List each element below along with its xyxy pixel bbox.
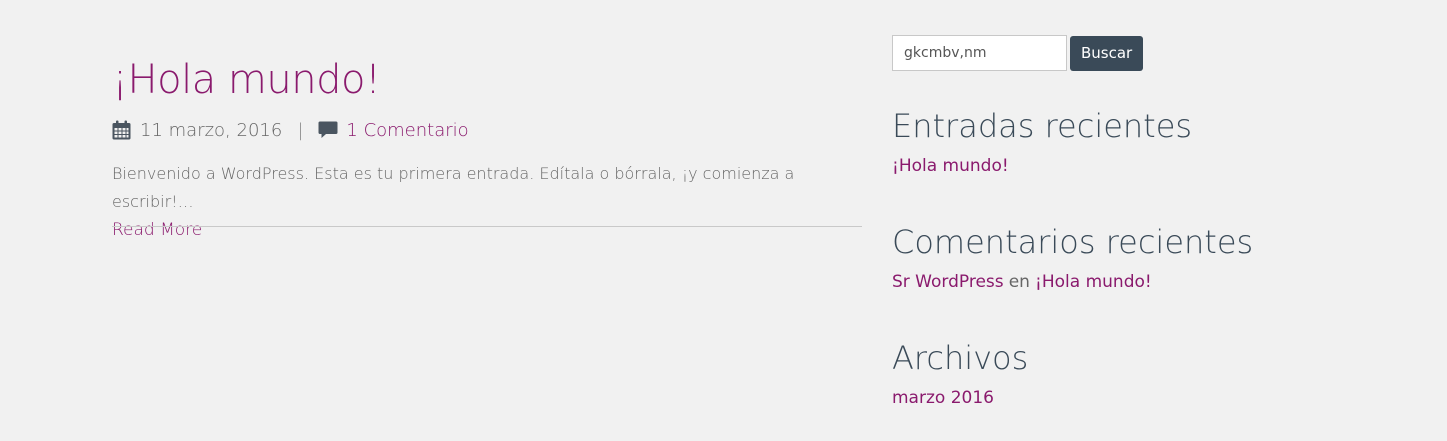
recent-comments-widget: Comentarios recientes Sr WordPress en ¡H… [892,220,1253,292]
recent-posts-widget: Entradas recientes ¡Hola mundo! [892,104,1192,176]
archives-widget: Archivos marzo 2016 [892,336,1028,408]
post-divider [112,226,862,227]
recent-posts-title: Entradas recientes [892,107,1193,145]
archives-title: Archivos [892,339,1029,377]
read-more-link[interactable]: Read More [112,216,202,244]
recent-comment-item: Sr WordPress en ¡Hola mundo! [892,272,1253,292]
comment-icon [318,121,338,139]
sidebar: Buscar Entradas recientes ¡Hola mundo! C… [892,35,1352,408]
recent-post-link[interactable]: ¡Hola mundo! [892,156,1009,176]
comment-connector: en [1008,272,1030,292]
page: ¡Hola mundo! 11 marzo, 2016 | 1 Comentar… [0,0,1447,441]
search-input[interactable] [892,35,1067,71]
post-title[interactable]: ¡Hola mundo! [112,52,862,108]
recent-comments-title: Comentarios recientes [892,223,1254,261]
archive-link[interactable]: marzo 2016 [892,388,994,408]
calendar-icon [112,120,131,140]
excerpt-text: Bienvenido a WordPress. Esta es tu prime… [112,164,795,211]
recent-posts-list: ¡Hola mundo! [892,156,1192,176]
search-form: Buscar [892,35,1352,71]
search-button[interactable]: Buscar [1070,35,1144,71]
meta-separator: | [297,119,304,141]
post: ¡Hola mundo! 11 marzo, 2016 | 1 Comentar… [112,52,862,244]
comments-link[interactable]: 1 Comentario [346,120,468,141]
archives-list: marzo 2016 [892,388,1028,408]
post-excerpt: Bienvenido a WordPress. Esta es tu prime… [112,160,862,244]
post-date: 11 marzo, 2016 [140,119,283,141]
post-meta: 11 marzo, 2016 | 1 Comentario [112,116,862,144]
comment-author-link[interactable]: Sr WordPress [892,272,1004,292]
comment-post-link[interactable]: ¡Hola mundo! [1035,272,1152,292]
